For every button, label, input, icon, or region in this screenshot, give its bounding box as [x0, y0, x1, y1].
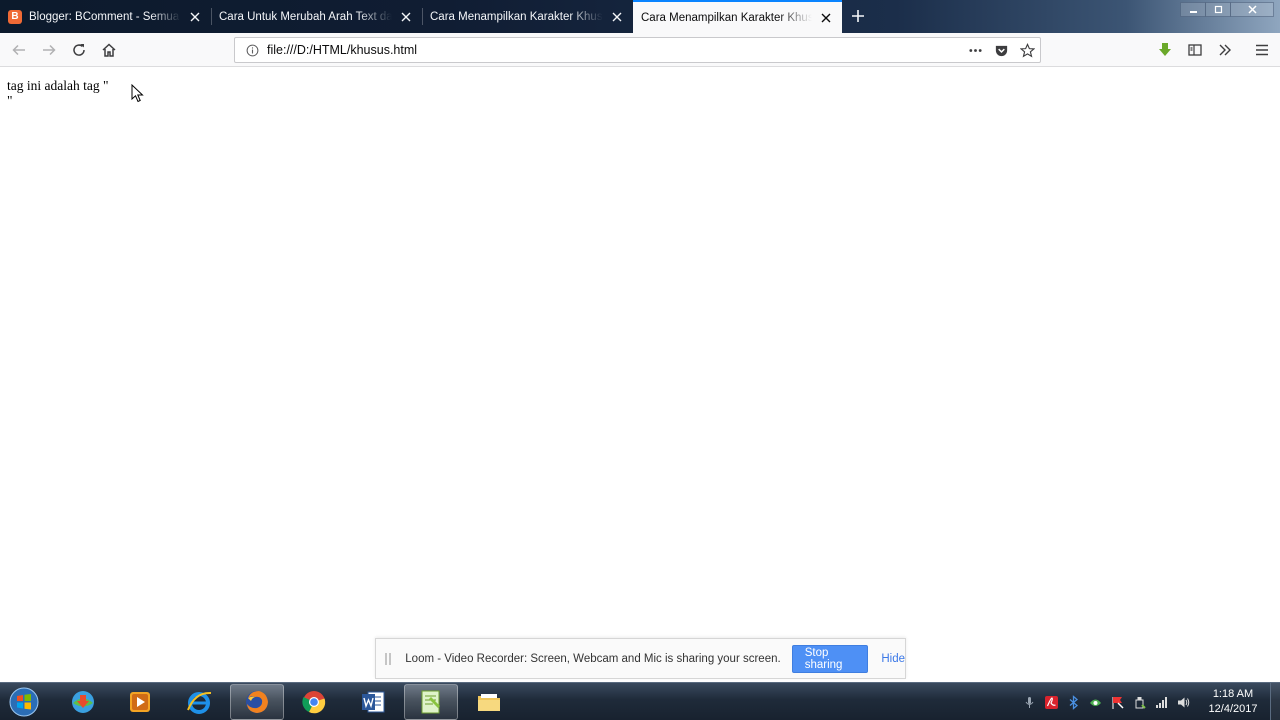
taskbar-chrome[interactable] — [287, 684, 341, 720]
overflow-button[interactable] — [1213, 38, 1237, 62]
security-flag-tray-icon[interactable] — [1106, 691, 1128, 713]
clock-time: 1:18 AM — [1212, 688, 1254, 700]
tab-merubah-arah-text[interactable]: Cara Untuk Merubah Arah Text dala — [211, 0, 422, 33]
navigation-toolbar: file:///D:/HTML/khusus.html — [0, 33, 1280, 67]
blogger-icon: B — [8, 9, 22, 24]
plus-icon — [852, 10, 864, 22]
more-dots-icon — [968, 48, 982, 52]
pocket-icon — [995, 45, 1007, 56]
taskbar-file-explorer[interactable] — [462, 684, 516, 720]
acrobat-tray-icon[interactable] — [1040, 691, 1062, 713]
mouse-cursor-icon — [131, 84, 144, 103]
bookmark-star-button[interactable] — [1014, 38, 1040, 62]
tab-strip: B Blogger: BComment - Semua p Cara Untuk… — [0, 0, 1280, 33]
microphone-tray-icon[interactable] — [1018, 691, 1040, 713]
show-desktop-button[interactable] — [1270, 683, 1280, 720]
internet-explorer-icon — [187, 691, 212, 714]
page-content: tag ini adalah tag " " — [0, 67, 1280, 682]
tab-close-icon[interactable] — [187, 9, 203, 25]
page-actions-button[interactable] — [962, 38, 988, 62]
back-button[interactable] — [7, 38, 31, 62]
sidebar-button[interactable] — [1183, 38, 1207, 62]
tab-title: Cara Untuk Merubah Arah Text dala — [219, 10, 392, 23]
start-button[interactable] — [6, 685, 42, 719]
folder-icon — [478, 694, 500, 711]
taskbar-clock[interactable]: 1:18 AM 12/4/2017 — [1198, 687, 1268, 717]
tab-close-icon[interactable] — [398, 9, 414, 25]
forward-button[interactable] — [37, 38, 61, 62]
star-icon — [1019, 42, 1035, 57]
tab-karakter-khusus-active[interactable]: Cara Menampilkan Karakter Khusus — [633, 0, 842, 33]
restore-icon — [1214, 5, 1222, 14]
download-manager-button[interactable] — [1153, 38, 1177, 62]
pocket-button[interactable] — [988, 38, 1014, 62]
system-tray — [1018, 683, 1194, 720]
site-info-icon[interactable] — [239, 44, 265, 57]
new-tab-button[interactable] — [848, 6, 868, 26]
hamburger-menu-icon — [1256, 44, 1268, 56]
tab-title: Cara Menampilkan Karakter Khusus — [641, 11, 812, 24]
reload-icon — [73, 44, 85, 56]
chevron-double-right-icon — [1219, 44, 1231, 56]
close-icon — [1247, 5, 1257, 14]
back-arrow-icon — [12, 44, 25, 56]
bluetooth-tray-icon[interactable] — [1062, 691, 1084, 713]
loom-message: Loom - Video Recorder: Screen, Webcam an… — [405, 652, 781, 665]
window-controls — [1180, 2, 1274, 17]
chrome-icon — [302, 691, 326, 714]
sidebar-icon — [1188, 44, 1202, 56]
drag-handle-icon[interactable] — [385, 652, 391, 665]
restore-button[interactable] — [1205, 2, 1231, 17]
tab-karakter-khusus-1[interactable]: Cara Menampilkan Karakter Khusus — [422, 0, 633, 33]
minimize-button[interactable] — [1180, 2, 1206, 17]
address-bar[interactable]: file:///D:/HTML/khusus.html — [234, 37, 1041, 63]
download-arrow-icon — [1159, 43, 1171, 56]
clock-date: 12/4/2017 — [1208, 703, 1258, 715]
notepad-plus-icon — [421, 690, 440, 714]
hide-link[interactable]: Hide — [881, 653, 905, 665]
forward-arrow-icon — [43, 44, 56, 56]
tab-title: Blogger: BComment - Semua p — [29, 10, 181, 23]
signal-strength-tray-icon[interactable] — [1150, 691, 1172, 713]
tab-close-icon[interactable] — [818, 10, 834, 26]
close-window-button[interactable] — [1230, 2, 1274, 17]
stop-sharing-button[interactable]: Stop sharing — [791, 644, 869, 673]
word-icon — [362, 691, 385, 713]
taskbar-idm[interactable] — [56, 684, 110, 720]
url-text[interactable]: file:///D:/HTML/khusus.html — [267, 43, 962, 57]
download-manager-icon — [72, 691, 94, 713]
network-shield-tray-icon[interactable] — [1084, 691, 1106, 713]
windows-orb-icon — [9, 687, 39, 717]
taskbar-media-player[interactable] — [113, 684, 167, 720]
tab-blogger[interactable]: B Blogger: BComment - Semua p — [0, 0, 211, 33]
firefox-icon — [246, 691, 268, 713]
tab-close-icon[interactable] — [609, 9, 625, 25]
media-player-icon — [130, 692, 150, 712]
usb-device-tray-icon[interactable] — [1128, 691, 1150, 713]
taskbar-word[interactable] — [346, 684, 400, 720]
minimize-icon — [1189, 11, 1197, 13]
volume-tray-icon[interactable] — [1172, 691, 1194, 713]
home-button[interactable] — [97, 38, 121, 62]
taskbar-firefox[interactable] — [230, 684, 284, 720]
loom-sharing-notification: Loom - Video Recorder: Screen, Webcam an… — [375, 638, 906, 679]
home-icon — [102, 43, 116, 57]
reload-button[interactable] — [67, 38, 91, 62]
menu-button[interactable] — [1250, 38, 1274, 62]
tab-title: Cara Menampilkan Karakter Khusus — [430, 10, 603, 23]
page-body-text: tag ini adalah tag " " — [7, 78, 109, 108]
taskbar-notepad-plus[interactable] — [404, 684, 458, 720]
taskbar-internet-explorer[interactable] — [172, 684, 226, 720]
windows-taskbar: 1:18 AM 12/4/2017 — [0, 682, 1280, 720]
